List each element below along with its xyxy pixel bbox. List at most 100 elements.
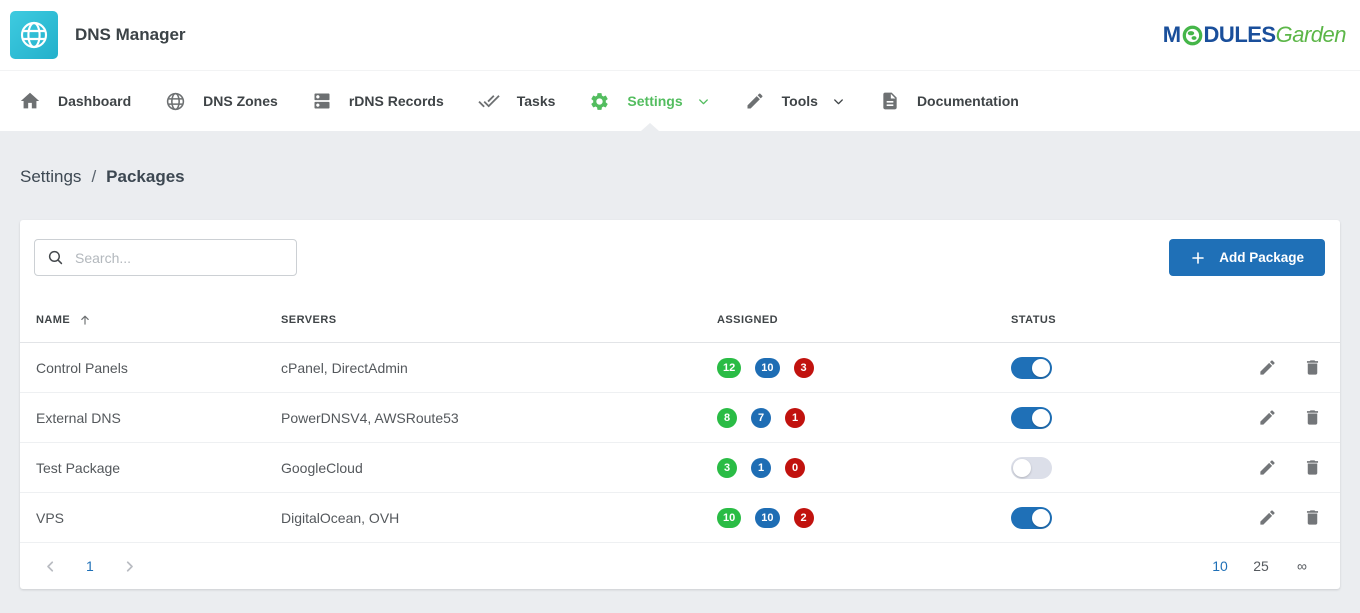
pencil-icon — [745, 91, 765, 111]
trash-icon — [1303, 408, 1322, 427]
delete-button[interactable] — [1303, 408, 1322, 427]
plus-icon — [1190, 250, 1206, 266]
delete-button[interactable] — [1303, 358, 1322, 377]
page-number[interactable]: 1 — [86, 558, 94, 574]
assigned-badge-green: 8 — [717, 408, 737, 428]
brand-text-dules: DULES — [1204, 22, 1276, 48]
assigned-badge-green: 12 — [717, 358, 741, 378]
nav-item-rdns-records[interactable]: rDNS Records — [295, 71, 461, 131]
trash-icon — [1303, 458, 1322, 477]
main-nav: Dashboard DNS Zones rDNS Records Tasks S… — [0, 70, 1360, 131]
column-header-assigned[interactable]: ASSIGNED — [697, 314, 991, 326]
search-box — [34, 239, 297, 276]
search-icon — [47, 249, 64, 266]
breadcrumb: Settings / Packages — [20, 167, 1340, 187]
nav-item-documentation[interactable]: Documentation — [863, 71, 1036, 131]
assigned-badge-red: 1 — [785, 408, 805, 428]
status-toggle[interactable] — [1011, 357, 1052, 379]
table-row: Test Package GoogleCloud 310 — [20, 443, 1340, 493]
pencil-icon — [1258, 508, 1277, 527]
document-icon — [880, 91, 900, 111]
gear-icon — [589, 91, 610, 112]
brand-text-m: M — [1163, 22, 1181, 48]
edit-button[interactable] — [1258, 508, 1277, 527]
pager: 1 — [42, 558, 138, 575]
brand-globe-icon — [1182, 25, 1203, 46]
nav-item-dashboard[interactable]: Dashboard — [2, 71, 148, 131]
package-servers: cPanel, DirectAdmin — [281, 360, 697, 376]
package-servers: GoogleCloud — [281, 460, 697, 476]
assigned-badge-green: 3 — [717, 458, 737, 478]
card-toolbar: Add Package — [20, 220, 1340, 298]
modulesgarden-logo: M DULES Garden — [1163, 22, 1346, 48]
app-header: DNS Manager M DULES Garden — [0, 0, 1360, 70]
pencil-icon — [1258, 358, 1277, 377]
pencil-icon — [1258, 408, 1277, 427]
home-icon — [19, 90, 41, 112]
globe-icon — [18, 19, 50, 51]
nav-item-dns-zones[interactable]: DNS Zones — [148, 71, 295, 131]
column-header-servers[interactable]: SERVERS — [281, 314, 697, 326]
app-logo — [10, 11, 58, 59]
nav-item-settings[interactable]: Settings — [572, 71, 727, 131]
package-name: VPS — [36, 510, 281, 526]
chevron-left-icon[interactable] — [42, 558, 59, 575]
assigned-badge-green: 10 — [717, 508, 741, 528]
edit-button[interactable] — [1258, 408, 1277, 427]
packages-card: Add Package NAME SERVERS ASSIGNED STATUS — [20, 220, 1340, 589]
sort-asc-icon — [78, 313, 92, 327]
page-title: DNS Manager — [75, 25, 186, 45]
table-row: External DNS PowerDNSV4, AWSRoute53 871 — [20, 393, 1340, 443]
delete-button[interactable] — [1303, 458, 1322, 477]
search-input[interactable] — [75, 250, 286, 266]
edit-button[interactable] — [1258, 358, 1277, 377]
package-servers: PowerDNSV4, AWSRoute53 — [281, 410, 697, 426]
package-name: Test Package — [36, 460, 281, 476]
breadcrumb-settings[interactable]: Settings — [20, 167, 81, 187]
assigned-badges: 12 10 3 — [697, 358, 991, 378]
delete-button[interactable] — [1303, 508, 1322, 527]
assigned-badge-red: 2 — [794, 508, 814, 528]
trash-icon — [1303, 358, 1322, 377]
trash-icon — [1303, 508, 1322, 527]
chevron-right-icon[interactable] — [121, 558, 138, 575]
page-size-options: 10 25 ∞ — [1212, 558, 1310, 574]
breadcrumb-packages: Packages — [106, 167, 184, 187]
column-header-name[interactable]: NAME — [36, 313, 281, 327]
assigned-badges: 310 — [697, 458, 991, 478]
nav-item-tools[interactable]: Tools — [728, 71, 863, 131]
brand-text-garden: Garden — [1276, 22, 1346, 48]
breadcrumb-separator: / — [91, 167, 96, 187]
package-name: Control Panels — [36, 360, 281, 376]
edit-button[interactable] — [1258, 458, 1277, 477]
done-all-icon — [478, 90, 500, 112]
table-row: Control Panels cPanel, DirectAdmin 12 10 3 — [20, 343, 1340, 393]
page-size-option[interactable]: ∞ — [1294, 558, 1310, 574]
package-servers: DigitalOcean, OVH — [281, 510, 697, 526]
add-package-button[interactable]: Add Package — [1169, 239, 1325, 276]
status-toggle[interactable] — [1011, 407, 1052, 429]
globe-icon — [165, 91, 186, 112]
assigned-badge-blue: 7 — [751, 408, 771, 428]
table-header: NAME SERVERS ASSIGNED STATUS — [20, 298, 1340, 343]
assigned-badge-red: 0 — [785, 458, 805, 478]
assigned-badge-red: 3 — [794, 358, 814, 378]
assigned-badge-blue: 10 — [755, 508, 779, 528]
column-header-status[interactable]: STATUS — [991, 314, 1221, 326]
assigned-badges: 10 10 2 — [697, 508, 991, 528]
page-size-option[interactable]: 25 — [1253, 558, 1269, 574]
status-toggle[interactable] — [1011, 457, 1052, 479]
status-toggle[interactable] — [1011, 507, 1052, 529]
table-footer: 1 10 25 ∞ — [20, 543, 1340, 589]
assigned-badge-blue: 1 — [751, 458, 771, 478]
page-size-option[interactable]: 10 — [1212, 558, 1228, 574]
main-content: Settings / Packages Ad — [0, 167, 1360, 589]
pencil-icon — [1258, 458, 1277, 477]
assigned-badges: 871 — [697, 408, 991, 428]
table-body: Control Panels cPanel, DirectAdmin 12103 — [20, 343, 1340, 543]
chevron-down-icon — [831, 94, 846, 109]
nav-item-tasks[interactable]: Tasks — [461, 71, 573, 131]
chevron-down-icon — [696, 94, 711, 109]
package-name: External DNS — [36, 410, 281, 426]
assigned-badge-blue: 10 — [755, 358, 779, 378]
